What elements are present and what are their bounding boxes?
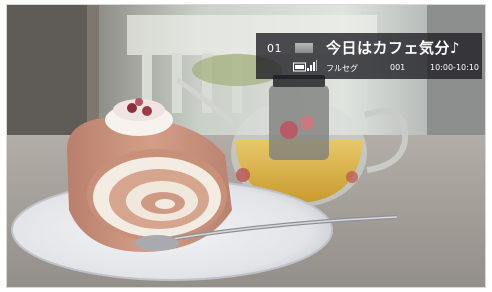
service-number: 001	[390, 63, 406, 72]
broadcast-type: フルセグ	[326, 64, 358, 73]
signal-strength-icon	[293, 60, 317, 72]
program-time: 10:00-10:10	[430, 63, 479, 72]
tv-screen: 01 今日はカフェ気分♪ フルセグ 001 10:00-10:10	[6, 4, 486, 288]
channel-info-banner: 01 今日はカフェ気分♪ フルセグ 001 10:00-10:10	[256, 33, 482, 79]
channel-logo-icon	[295, 43, 313, 53]
channel-number: 01	[267, 42, 282, 55]
program-title: 今日はカフェ気分♪	[326, 39, 461, 57]
